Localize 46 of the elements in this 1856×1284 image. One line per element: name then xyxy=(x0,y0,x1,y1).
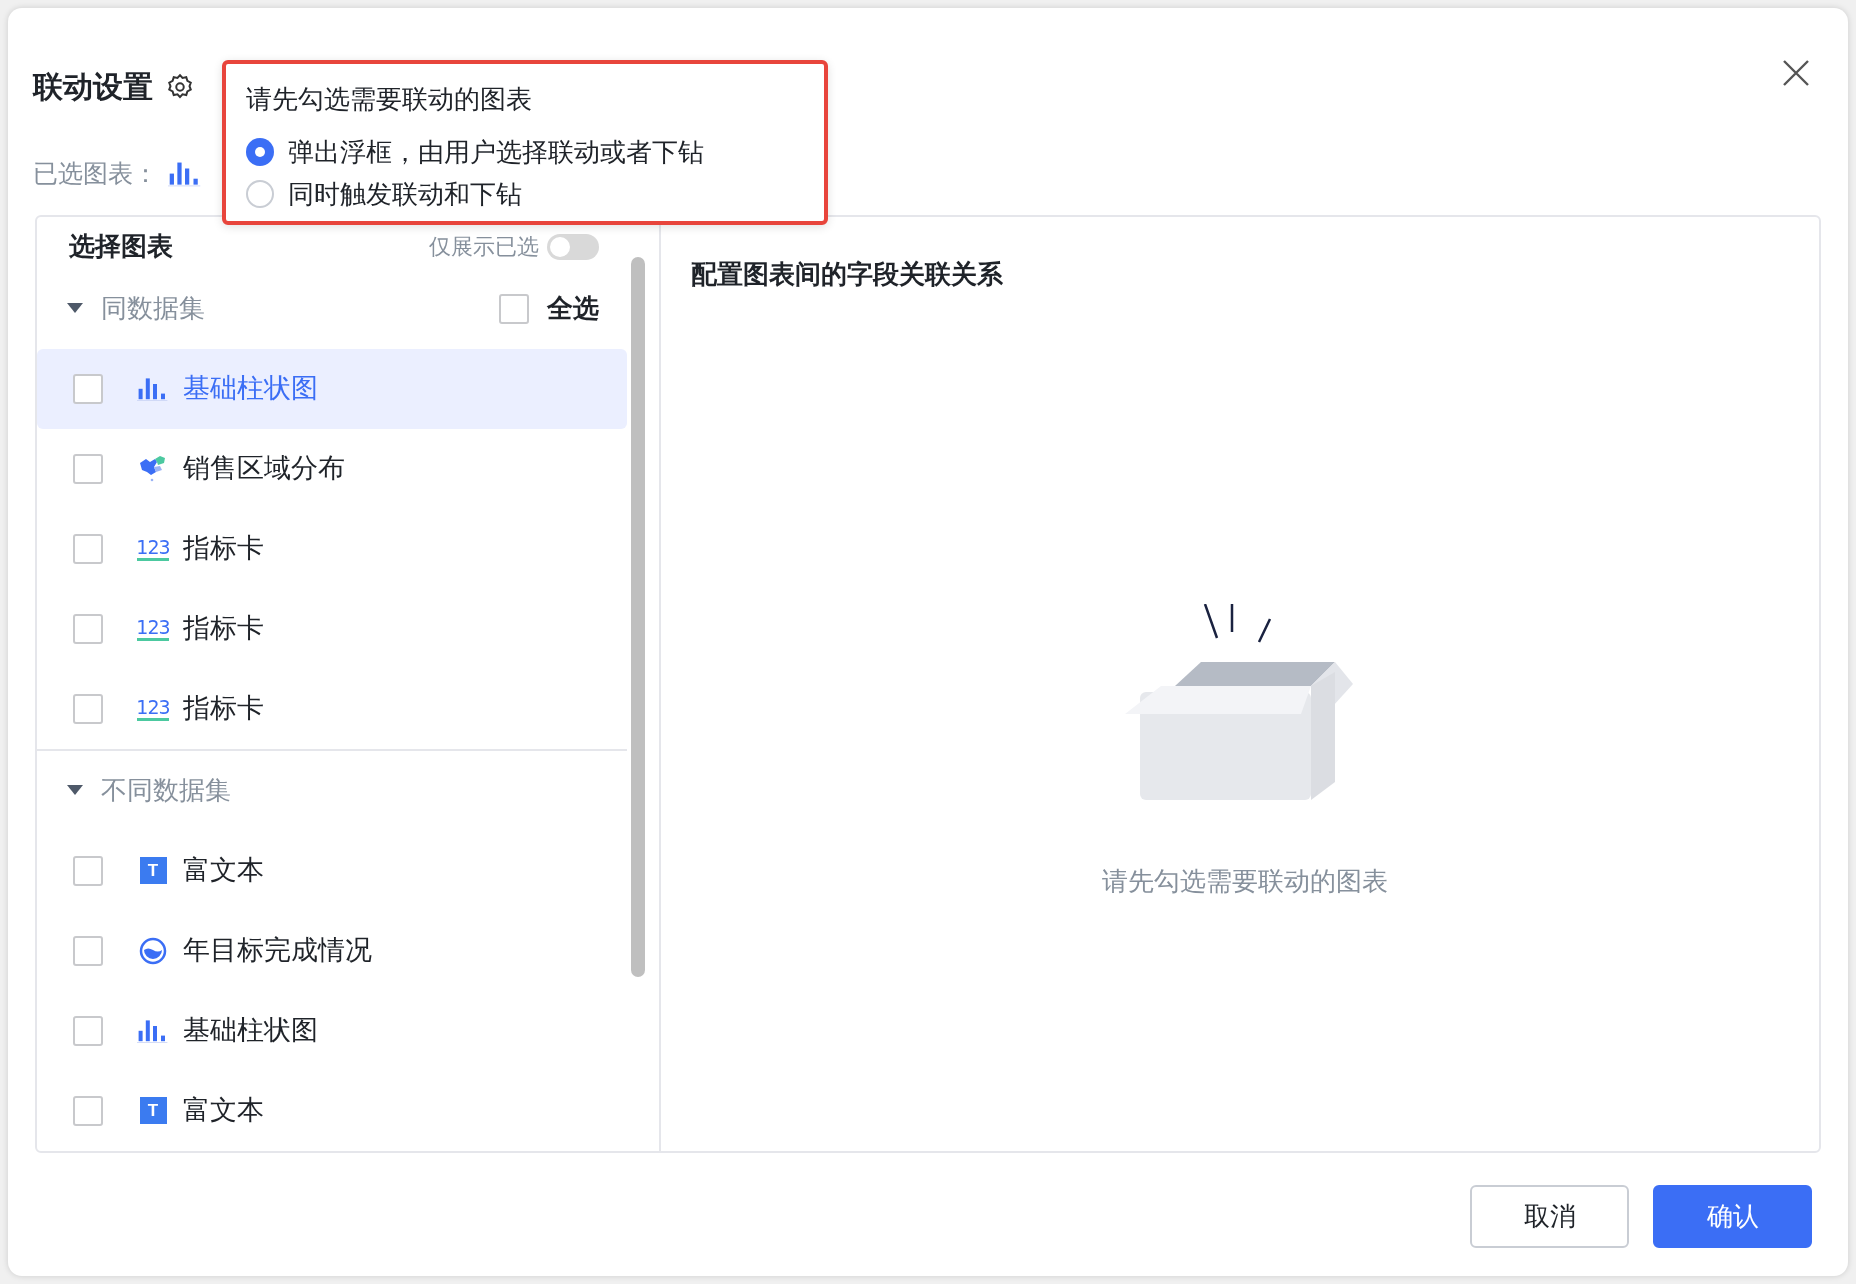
scrollbar-thumb[interactable] xyxy=(631,256,645,977)
bar-chart-icon xyxy=(137,375,169,402)
dialog-title: 联动设置 xyxy=(33,69,153,105)
checkbox[interactable] xyxy=(73,533,103,564)
caret-icon[interactable] xyxy=(67,784,83,797)
toggle-label: 仅展示已选 xyxy=(429,233,539,261)
empty-state-text: 请先勾选需要联动的图表 xyxy=(1102,864,1388,898)
checkbox[interactable] xyxy=(73,935,103,966)
chart-name: 富文本 xyxy=(183,1094,264,1128)
map-icon xyxy=(138,454,168,483)
radio-option[interactable]: 弹出浮框，由用户选择联动或者下钻 xyxy=(246,133,804,171)
bar-chart-icon xyxy=(168,160,202,188)
radio-option[interactable]: 同时触发联动和下钻 xyxy=(246,175,804,213)
checkbox[interactable] xyxy=(73,613,103,644)
checkbox[interactable] xyxy=(73,693,103,724)
panel-title: 配置图表间的字段关联关系 xyxy=(690,257,1004,291)
checkbox[interactable] xyxy=(73,855,103,886)
popover-title: 请先勾选需要联动的图表 xyxy=(246,83,533,116)
checkbox[interactable] xyxy=(73,1095,103,1126)
toggle-switch[interactable] xyxy=(547,233,599,260)
cancel-button[interactable]: 取消 xyxy=(1470,1184,1629,1248)
chart-name: 基础柱状图 xyxy=(183,1014,318,1048)
panel-title: 选择图表 xyxy=(69,230,173,263)
text-icon: T xyxy=(139,1097,167,1124)
checkbox[interactable] xyxy=(73,1015,103,1046)
chart-name: 指标卡 xyxy=(183,692,264,726)
gauge-icon xyxy=(139,936,167,965)
chart-name: 基础柱状图 xyxy=(183,372,318,406)
confirm-button[interactable]: 确认 xyxy=(1653,1184,1812,1248)
chart-list-item[interactable]: 基础柱状图 xyxy=(37,348,627,429)
close-icon[interactable] xyxy=(1782,58,1810,87)
chart-name: 指标卡 xyxy=(183,612,264,646)
chart-name: 指标卡 xyxy=(183,532,264,566)
caret-icon[interactable] xyxy=(67,302,83,315)
checkbox[interactable] xyxy=(73,373,103,404)
chart-name: 年目标完成情况 xyxy=(183,934,372,968)
radio-button[interactable] xyxy=(246,180,274,208)
radio-button[interactable] xyxy=(246,138,274,166)
checkbox[interactable] xyxy=(73,453,103,484)
checkbox[interactable] xyxy=(499,293,529,324)
selected-charts-label: 已选图表： xyxy=(33,158,158,189)
text-icon: T xyxy=(139,857,167,884)
chart-name: 富文本 xyxy=(183,854,264,888)
chart-name: 销售区域分布 xyxy=(183,452,345,486)
select-all-label[interactable]: 全选 xyxy=(547,289,599,328)
bar-chart-icon xyxy=(137,1017,169,1044)
